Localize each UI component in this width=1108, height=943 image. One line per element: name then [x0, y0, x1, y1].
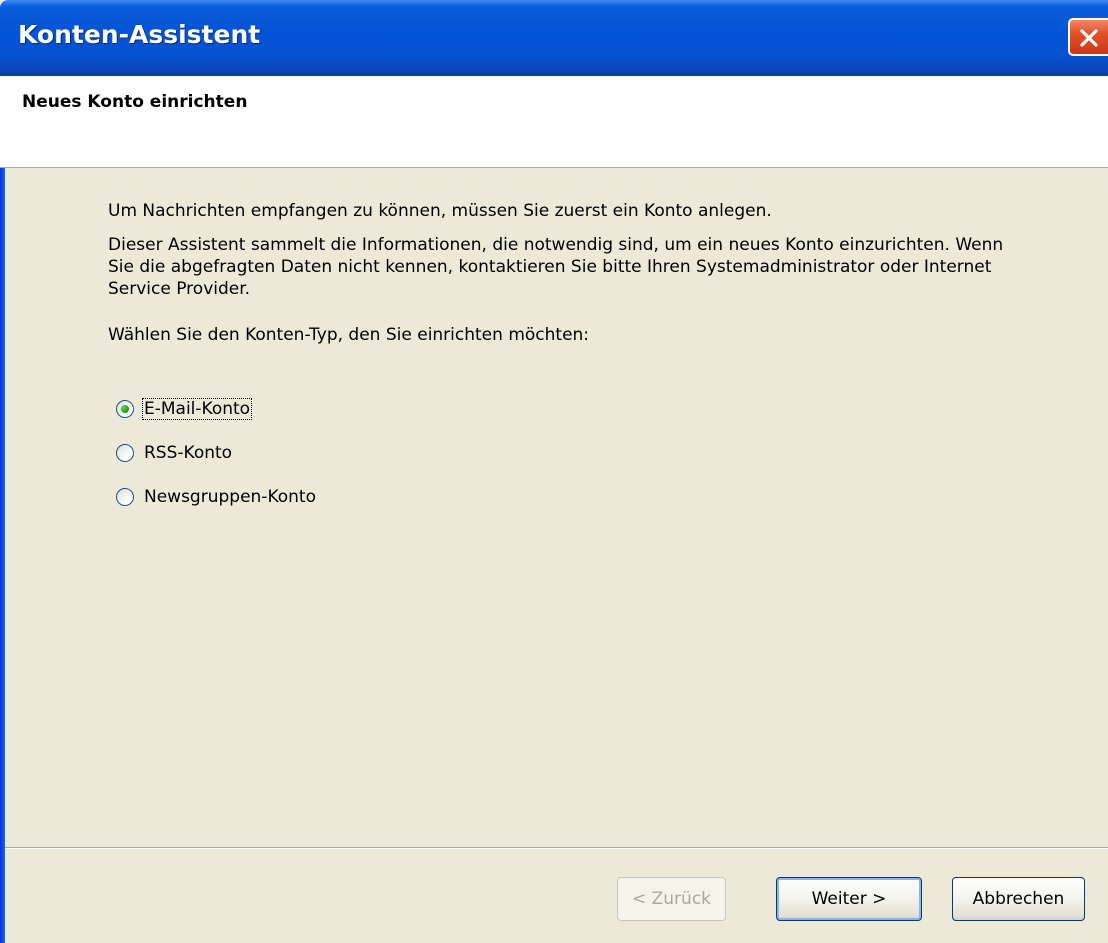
description-text: Dieser Assistent sammelt die Information…: [108, 235, 1004, 299]
back-button[interactable]: < Zurück: [617, 877, 726, 921]
radio-selected-dot: [121, 405, 129, 413]
radio-button-email[interactable]: [116, 400, 134, 418]
radio-email-account[interactable]: E-Mail-Konto: [116, 397, 253, 421]
window-title: Konten-Assistent: [18, 20, 261, 49]
intro-text: Um Nachrichten empfangen zu können, müss…: [108, 201, 772, 221]
radio-label-rss[interactable]: RSS-Konto: [143, 443, 233, 463]
radio-label-email[interactable]: E-Mail-Konto: [141, 398, 253, 420]
choose-type-text: Wählen Sie den Konten-Typ, den Sie einri…: [108, 325, 590, 345]
title-bar[interactable]: Konten-Assistent: [0, 0, 1108, 76]
close-icon: [1080, 29, 1098, 47]
radio-label-newsgroup[interactable]: Newsgruppen-Konto: [143, 487, 317, 507]
wizard-header: Neues Konto einrichten: [0, 76, 1108, 168]
cancel-button[interactable]: Abbrechen: [952, 877, 1085, 921]
radio-button-rss[interactable]: [116, 444, 134, 462]
close-button[interactable]: [1068, 18, 1108, 56]
window-frame-left: [0, 168, 5, 943]
account-wizard-window: Konten-Assistent Neues Konto einrichten …: [0, 0, 1108, 943]
page-title: Neues Konto einrichten: [22, 92, 248, 112]
next-button[interactable]: Weiter >: [776, 877, 922, 921]
radio-newsgroup-account[interactable]: Newsgruppen-Konto: [116, 485, 317, 509]
radio-rss-account[interactable]: RSS-Konto: [116, 441, 233, 465]
footer-divider: [5, 847, 1108, 849]
radio-button-newsgroup[interactable]: [116, 488, 134, 506]
